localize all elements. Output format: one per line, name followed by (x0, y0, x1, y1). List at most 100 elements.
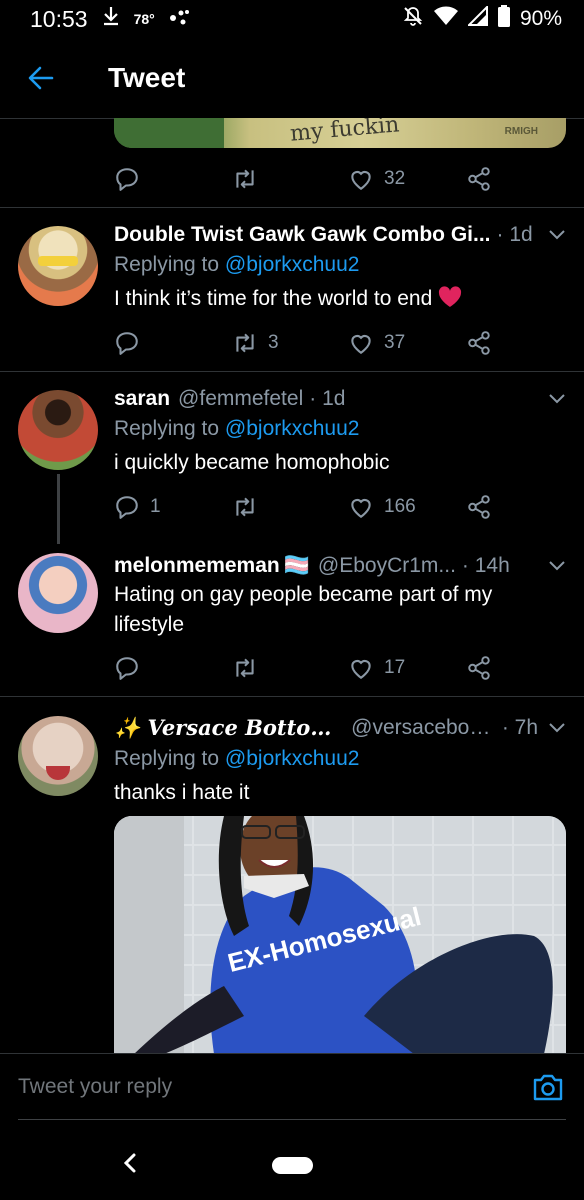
chevron-left-icon (123, 1153, 136, 1173)
system-home-pill[interactable] (272, 1157, 313, 1174)
reply-button[interactable] (114, 162, 140, 196)
retweet-icon (236, 658, 254, 678)
retweet-button[interactable] (232, 162, 258, 196)
tweet-text: thanks i hate it (114, 781, 250, 804)
mention-link[interactable]: @bjorkxchuu2 (225, 417, 360, 440)
system-nav-bar (0, 1125, 584, 1200)
chevron-down-icon[interactable] (538, 716, 566, 740)
like-count: 32 (384, 168, 406, 189)
display-name[interactable]: melonmememan (114, 554, 280, 578)
user-handle[interactable]: @femmefetel (178, 387, 303, 411)
flag-emoji: 🏳️‍⚧ (283, 554, 310, 577)
reply-input[interactable]: Tweet your reply (18, 1054, 468, 1120)
download-icon (102, 6, 120, 32)
camera-button[interactable] (532, 1072, 564, 1102)
tweet-actions: 3 37 (114, 326, 494, 360)
replying-to-label: Replying to (114, 417, 225, 440)
replying-to: Replying to @bjorkxchuu2 (114, 417, 359, 441)
chevron-down-icon[interactable] (538, 554, 566, 578)
avatar[interactable] (18, 716, 98, 796)
tweet-actions: 1 166 (114, 490, 494, 524)
photo-illustration: EX-Homosexual (114, 816, 566, 1054)
like-button[interactable]: 32 (348, 162, 405, 196)
retweet-button[interactable]: 3 (232, 326, 279, 360)
tweet-text: I think it’s time for the world to end (114, 284, 554, 314)
arrow-left-icon (28, 66, 54, 90)
tweet-text-content: I think it’s time for the world to end (114, 287, 433, 310)
back-button[interactable] (0, 38, 92, 118)
timestamp: · 1d (309, 387, 346, 410)
share-button[interactable] (466, 651, 492, 685)
compose-bar: Tweet your reply (0, 1053, 584, 1119)
tweet-header: ✨ Versace Bottom ✨ @versacebotto... · 7h (114, 713, 566, 743)
system-back-button[interactable] (116, 1149, 144, 1177)
share-button[interactable] (466, 162, 492, 196)
replying-to: Replying to @bjorkxchuu2 (114, 747, 359, 771)
display-name[interactable]: saran (114, 387, 170, 411)
timestamp: · 7h (501, 716, 538, 739)
like-button[interactable]: 166 (348, 490, 416, 524)
meme-green-area (114, 118, 224, 148)
status-temperature: 78° (133, 11, 155, 27)
tweet-divider (0, 371, 584, 372)
like-button[interactable]: 37 (348, 326, 405, 360)
share-icon (468, 495, 490, 519)
thread-connector (57, 474, 60, 544)
mouth-shape (46, 766, 70, 780)
meme-small-text: RMIGH (504, 126, 538, 137)
status-time: 10:53 (30, 5, 88, 32)
share-icon (468, 656, 490, 680)
camera-icon (533, 1074, 563, 1101)
mention-link[interactable]: @bjorkxchuu2 (225, 747, 360, 770)
top-bar: Tweet (0, 38, 584, 118)
reply-button[interactable]: 1 (114, 490, 161, 524)
sunglasses-shape (38, 256, 78, 266)
retweet-button[interactable] (232, 490, 258, 524)
reply-icon (116, 657, 138, 680)
share-button[interactable] (466, 490, 492, 524)
heart-icon (351, 660, 371, 679)
like-count: 166 (384, 496, 416, 517)
notifications-off-icon (402, 5, 424, 33)
share-button[interactable] (466, 326, 492, 360)
tweet-actions: 32 (114, 162, 494, 196)
replying-to-label: Replying to (114, 253, 225, 276)
meme-text: my fuckin (289, 118, 401, 147)
avatar[interactable] (18, 390, 98, 470)
user-handle[interactable]: @EboyCr1m... (318, 554, 456, 578)
timestamp: · 1d (496, 223, 533, 246)
replying-to: Replying to @bjorkxchuu2 (114, 253, 359, 277)
tweet-image-meme[interactable]: my fuckin RMIGH (114, 118, 566, 148)
tweet-header: melonmememan 🏳️‍⚧ @EboyCr1m... · 14h (114, 551, 566, 581)
assistant-dots-icon (169, 6, 191, 32)
cell-signal-icon (466, 4, 488, 32)
tweet-divider (0, 207, 584, 208)
reply-button[interactable] (114, 651, 140, 685)
reply-button[interactable] (114, 326, 140, 360)
tweet-divider (0, 696, 584, 697)
mention-link[interactable]: @bjorkxchuu2 (225, 253, 360, 276)
tweet-header: saran @femmefetel · 1d (114, 384, 566, 414)
display-name[interactable]: ✨ Versace Bottom ✨ (114, 715, 343, 741)
tweet-actions: 17 (114, 651, 494, 685)
retweet-icon (236, 169, 254, 189)
user-handle[interactable]: @versacebotto... (351, 716, 496, 740)
tweet-photo[interactable]: EX-Homosexual (114, 816, 566, 1054)
chevron-down-icon[interactable] (538, 387, 566, 411)
chevron-down-icon[interactable] (538, 223, 566, 247)
like-button[interactable]: 17 (348, 651, 405, 685)
retweet-button[interactable] (232, 651, 258, 685)
reply-count: 1 (150, 496, 161, 517)
like-count: 37 (384, 332, 406, 353)
wifi-icon (433, 6, 458, 32)
tweet-header: Double Twist Gawk Gawk Combo Gi... · 1d (114, 220, 566, 250)
reply-icon (116, 332, 138, 355)
avatar[interactable] (18, 553, 98, 633)
avatar[interactable] (18, 226, 98, 306)
display-name[interactable]: Double Twist Gawk Gawk Combo Gi... (114, 223, 491, 247)
like-count: 17 (384, 657, 406, 678)
share-icon (468, 331, 490, 355)
red-heart-icon (439, 286, 462, 307)
tweet-text: Hating on gay people became part of my l… (114, 583, 493, 636)
heart-icon (351, 335, 371, 354)
